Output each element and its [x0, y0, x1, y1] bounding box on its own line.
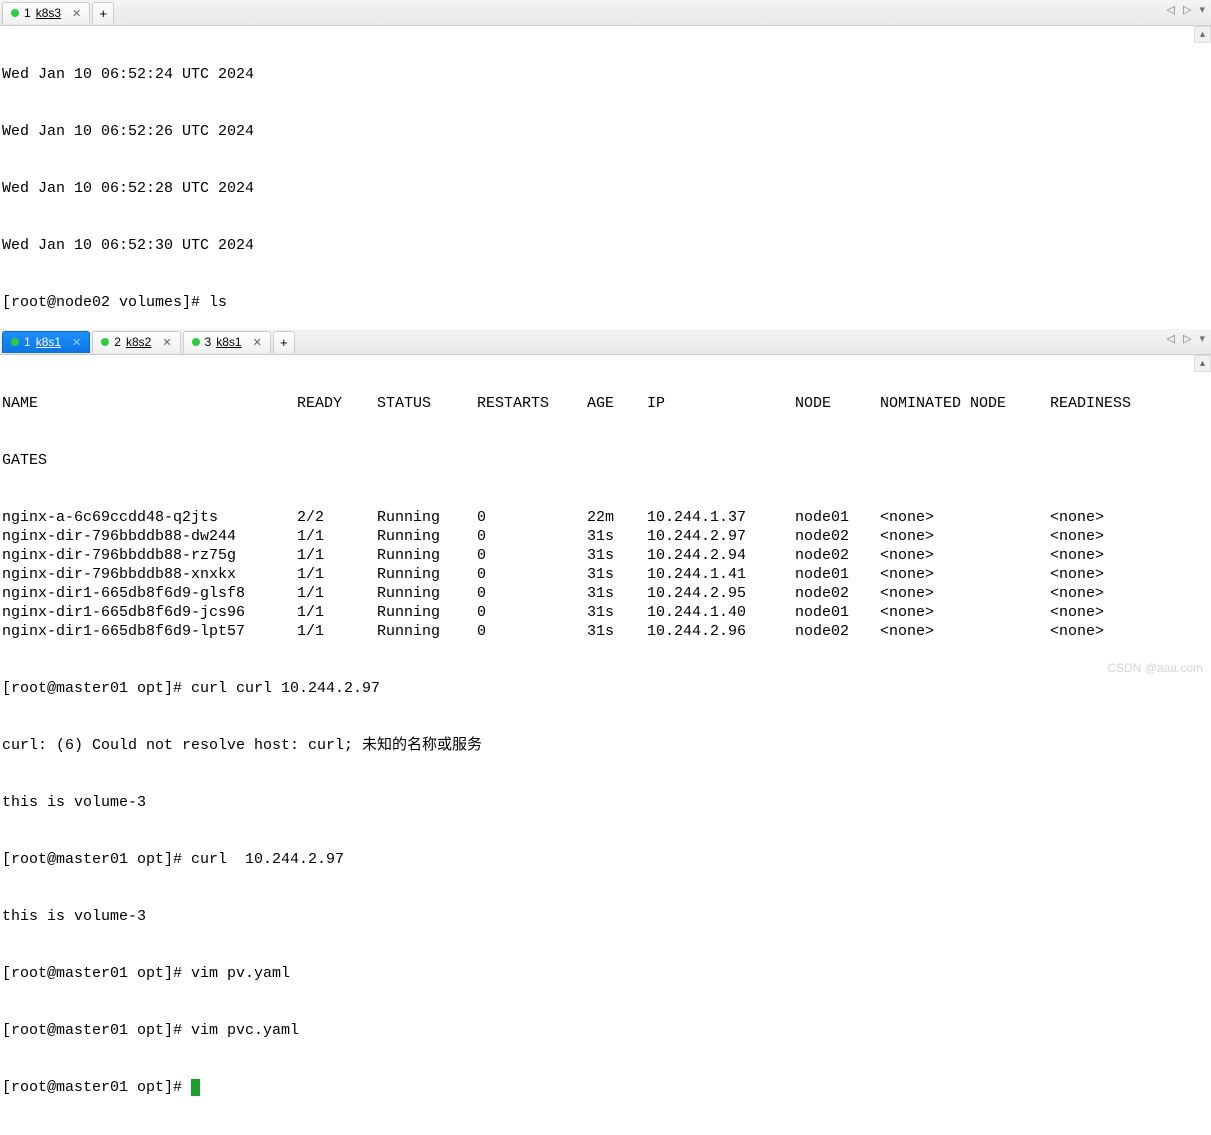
status-dot-icon [101, 338, 109, 346]
add-tab-button[interactable]: + [273, 331, 295, 353]
terminal-line: curl: (6) Could not resolve host: curl; … [2, 736, 1211, 755]
close-icon[interactable]: ✕ [72, 7, 81, 20]
tab-k8s3[interactable]: 1 k8s3 ✕ [2, 2, 90, 24]
pod-row: nginx-dir1-665db8f6d9-lpt571/1Running031… [2, 622, 1211, 641]
tab-number: 1 [24, 6, 31, 20]
tab-number: 3 [205, 335, 212, 349]
terminal-line: [root@master01 opt]# vim pv.yaml [2, 964, 1211, 983]
close-icon[interactable]: ✕ [162, 336, 171, 349]
pod-row: nginx-dir-796bbddb88-dw2441/1Running031s… [2, 527, 1211, 546]
top-pane: 1 k8s3 ✕ + ◁ ▷ ▾ Wed Jan 10 06:52:24 UTC… [0, 0, 1211, 328]
terminal-line: [root@master01 opt]# vim pvc.yaml [2, 1021, 1211, 1040]
status-dot-icon [11, 9, 19, 17]
status-dot-icon [11, 338, 19, 346]
tab-menu-icon[interactable]: ▾ [1199, 3, 1205, 16]
tab-next-icon[interactable]: ▷ [1183, 3, 1191, 16]
tab-next-icon[interactable]: ▷ [1183, 332, 1191, 345]
status-dot-icon [192, 338, 200, 346]
pod-row: nginx-a-6c69ccdd48-q2jts2/2Running022m10… [2, 508, 1211, 527]
pod-row: nginx-dir-796bbddb88-xnxkx1/1Running031s… [2, 565, 1211, 584]
terminal-line: this is volume-3 [2, 907, 1211, 926]
scroll-up-icon[interactable]: ▴ [1194, 26, 1211, 43]
tab-label: k8s1 [36, 335, 61, 349]
bottom-pane: 1 k8s1 ✕ 2 k8s2 ✕ 3 k8s1 ✕ + ◁ ▷ ▾ NAMER… [0, 329, 1211, 679]
terminal-line: this is volume-3 [2, 793, 1211, 812]
top-tab-bar: 1 k8s3 ✕ + ◁ ▷ ▾ [0, 0, 1211, 26]
tab-prev-icon[interactable]: ◁ [1167, 3, 1175, 16]
tab-nav-arrows: ◁ ▷ ▾ [1167, 3, 1205, 16]
tab-label: k8s2 [126, 335, 151, 349]
terminal-line: Wed Jan 10 06:52:28 UTC 2024 [2, 179, 1211, 198]
terminal-line: GATES [2, 451, 1211, 470]
scroll-up-icon[interactable]: ▴ [1194, 355, 1211, 372]
close-icon[interactable]: ✕ [253, 336, 262, 349]
terminal-line: Wed Jan 10 06:52:30 UTC 2024 [2, 236, 1211, 255]
tab-k8s1-2[interactable]: 3 k8s1 ✕ [183, 331, 271, 353]
tab-prev-icon[interactable]: ◁ [1167, 332, 1175, 345]
tab-label: k8s1 [216, 335, 241, 349]
pod-row: nginx-dir1-665db8f6d9-jcs961/1Running031… [2, 603, 1211, 622]
terminal-line: Wed Jan 10 06:52:26 UTC 2024 [2, 122, 1211, 141]
terminal-line: [root@master01 opt]# curl 10.244.2.97 [2, 850, 1211, 869]
terminal-line: [root@master01 opt]# curl curl 10.244.2.… [2, 679, 1211, 698]
tab-nav-arrows: ◁ ▷ ▾ [1167, 332, 1205, 345]
close-icon[interactable]: ✕ [72, 336, 81, 349]
tab-number: 2 [114, 335, 121, 349]
pod-row: nginx-dir-796bbddb88-rz75g1/1Running031s… [2, 546, 1211, 565]
terminal-line: [root@node02 volumes]# ls [2, 293, 1211, 312]
terminal-bottom[interactable]: NAMEREADYSTATUSRESTARTSAGEIPNODENOMINATE… [0, 355, 1211, 1135]
terminal-line: Wed Jan 10 06:52:24 UTC 2024 [2, 65, 1211, 84]
cursor-icon [191, 1079, 200, 1096]
watermark: CSDN @aaa.com [1107, 661, 1203, 675]
tab-label: k8s3 [36, 6, 61, 20]
tab-k8s1[interactable]: 1 k8s1 ✕ [2, 331, 90, 353]
tab-number: 1 [24, 335, 31, 349]
bottom-tab-bar: 1 k8s1 ✕ 2 k8s2 ✕ 3 k8s1 ✕ + ◁ ▷ ▾ [0, 329, 1211, 355]
tab-menu-icon[interactable]: ▾ [1199, 332, 1205, 345]
add-tab-button[interactable]: + [92, 2, 114, 24]
pod-table-header: NAMEREADYSTATUSRESTARTSAGEIPNODENOMINATE… [2, 394, 1211, 413]
pod-row: nginx-dir1-665db8f6d9-glsf81/1Running031… [2, 584, 1211, 603]
tab-k8s2[interactable]: 2 k8s2 ✕ [92, 331, 180, 353]
terminal-prompt: [root@master01 opt]# [2, 1078, 1211, 1097]
